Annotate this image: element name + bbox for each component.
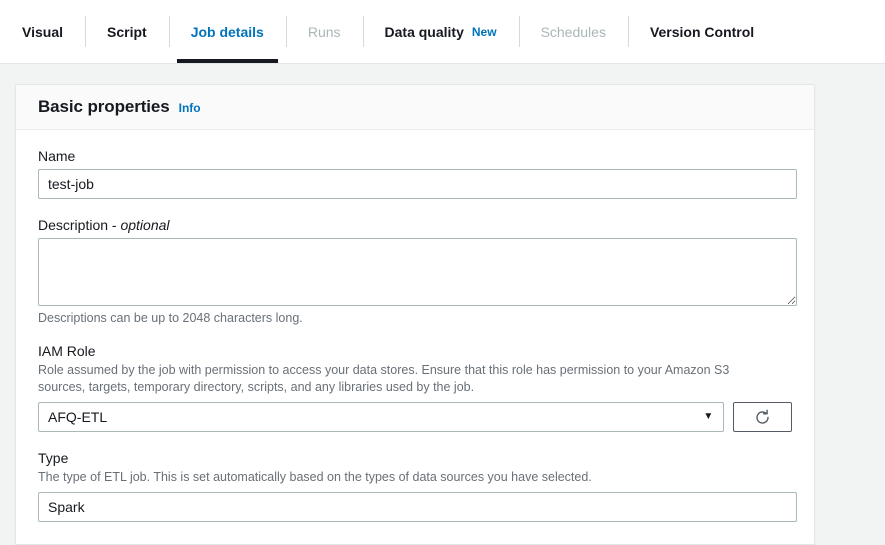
chevron-down-icon: ▼ [703,411,714,422]
tab-label: Script [107,23,147,40]
type-label: Type [38,450,69,466]
tab-bar: Visual Script Job details Runs Data quality N… [0,0,885,64]
description-label-main: Description - [38,217,121,233]
tab-version-control[interactable]: Version Control [627,0,776,63]
page-content: Basic properties Info Name Description -… [0,64,885,545]
iam-role-row: AFQ-ETL ▼ [38,402,792,432]
description-label-optional: optional [120,217,170,233]
name-input[interactable] [38,169,797,199]
description-label: Description - optional [38,217,792,233]
type-value-field[interactable]: Spark [38,492,797,522]
tab-schedules: Schedules [518,0,628,63]
field-type: Type The type of ETL job. This is set au… [38,450,797,522]
description-hint: Descriptions can be up to 2048 character… [38,311,303,325]
tab-label: Runs [307,23,341,40]
field-iam-role: IAM Role Role assumed by the job with pe… [38,343,792,432]
tab-label: Version Control [649,23,755,40]
tab-label: Data quality [384,23,464,40]
tab-visual[interactable]: Visual [0,0,85,63]
field-description: Description - optional Descriptions can … [38,217,797,325]
type-description: The type of ETL job. This is set automat… [38,470,592,484]
info-link[interactable]: Info [179,101,201,115]
iam-role-description: Role assumed by the job with permission … [38,363,730,394]
tab-label: Visual [22,23,63,40]
refresh-iam-roles-button[interactable] [733,402,792,432]
tab-list: Visual Script Job details Runs Data quality N… [0,0,776,63]
basic-properties-card: Basic properties Info Name Description -… [15,84,815,545]
iam-role-select[interactable]: AFQ-ETL ▼ [38,402,725,432]
tab-data-quality[interactable]: Data quality New [362,0,519,63]
iam-role-label: IAM Role [38,343,96,359]
description-textarea[interactable] [38,238,797,306]
card-body: Name Description - optional Descriptions… [16,130,814,544]
page-title: Basic properties [38,97,170,116]
name-label: Name [38,148,76,164]
field-name: Name [38,148,797,199]
tab-label: Job details [190,23,264,40]
iam-role-selected-value: AFQ-ETL [48,409,108,425]
new-badge: New [471,24,497,39]
tab-job-details[interactable]: Job details [168,0,286,63]
tab-runs: Runs [285,0,363,63]
tab-script[interactable]: Script [85,0,169,63]
refresh-icon [754,409,771,426]
tab-label: Schedules [540,23,606,40]
card-header: Basic properties Info [16,85,814,130]
